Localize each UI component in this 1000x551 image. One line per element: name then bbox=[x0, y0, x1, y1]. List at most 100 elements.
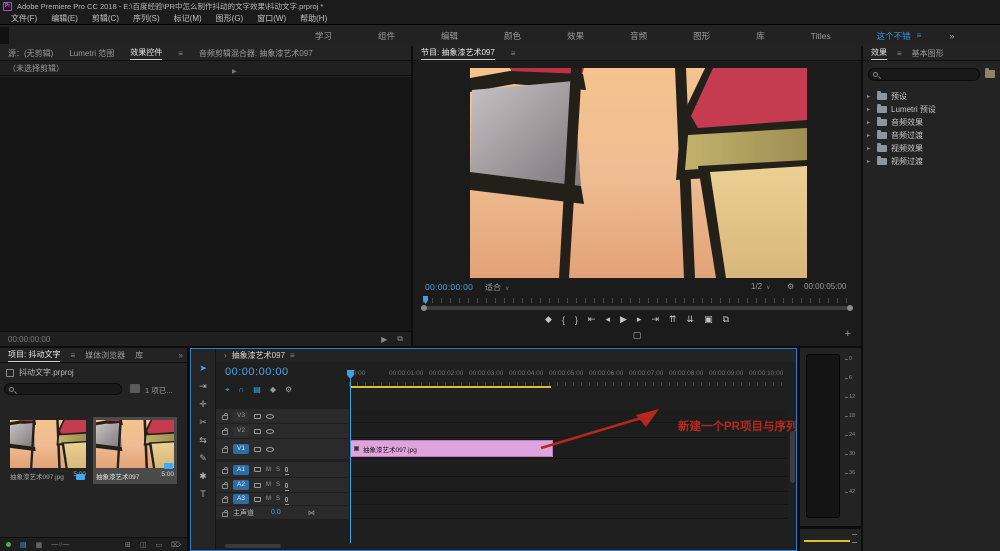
tab-audio-clip-mixer[interactable]: 音频剪辑混合器: 抽象漆艺术097 bbox=[199, 48, 313, 59]
expand-arrow-icon[interactable]: ▸ bbox=[867, 145, 873, 152]
track-output-eye-icon[interactable] bbox=[266, 447, 274, 452]
solo-button[interactable]: S bbox=[276, 482, 280, 488]
timeline-option-icon[interactable]: ∩ bbox=[239, 385, 245, 395]
transport-button[interactable]: ▶ bbox=[620, 314, 627, 325]
menu-item[interactable]: 文件(F) bbox=[4, 13, 44, 24]
lock-icon[interactable] bbox=[222, 430, 228, 435]
effects-folder-row[interactable]: ▸ 视频效果 bbox=[867, 142, 998, 155]
voiceover-mic-icon[interactable] bbox=[285, 483, 288, 488]
menu-item[interactable]: 标记(M) bbox=[167, 13, 209, 24]
new-custom-bin-icon[interactable] bbox=[985, 70, 995, 78]
effects-folder-row[interactable]: ▸ 视频过渡 bbox=[867, 155, 998, 168]
master-level-value[interactable]: 0.0 bbox=[271, 509, 281, 516]
playhead-line[interactable] bbox=[350, 379, 351, 543]
effects-folder-row[interactable]: ▸ 音频过渡 bbox=[867, 129, 998, 142]
workspace-tab[interactable]: 效果 bbox=[567, 30, 584, 42]
tab-lumetri-scopes[interactable]: Lumetri 范围 bbox=[69, 48, 114, 59]
mute-button[interactable]: M bbox=[266, 482, 271, 488]
transport-button[interactable]: ◂ bbox=[605, 314, 610, 325]
track-target-badge[interactable]: A3 bbox=[233, 494, 249, 504]
tab-project[interactable]: 项目: 抖动文字 bbox=[8, 349, 60, 362]
comparison-view-icon[interactable]: ▢ bbox=[413, 330, 861, 341]
filter-bin-icon[interactable] bbox=[130, 384, 140, 393]
track-a3-lane[interactable] bbox=[349, 493, 788, 505]
lock-icon[interactable] bbox=[222, 448, 228, 453]
lock-icon[interactable] bbox=[222, 415, 228, 420]
workspace-tab[interactable]: 库 bbox=[756, 30, 765, 42]
track-output-eye-icon[interactable] bbox=[266, 414, 274, 419]
effects-folder-row[interactable]: ▸ 音频效果 bbox=[867, 116, 998, 129]
workspace-tab[interactable]: 学习 bbox=[315, 30, 332, 42]
track-output-eye-icon[interactable] bbox=[266, 429, 274, 434]
workspace-overflow-icon[interactable]: » bbox=[949, 31, 954, 41]
track-a1-lane[interactable] bbox=[349, 462, 788, 477]
timeline-vertical-scrollbar[interactable] bbox=[790, 431, 795, 483]
program-zoom-scrollbar[interactable] bbox=[421, 306, 853, 310]
timeline-tool[interactable]: ⇆ bbox=[199, 435, 207, 446]
tab-source-monitor[interactable]: 源：(无剪辑) bbox=[8, 48, 53, 59]
timeline-option-icon[interactable]: ▤ bbox=[253, 385, 261, 395]
program-timecode[interactable]: 00:00:00:00 bbox=[425, 282, 473, 292]
expand-arrow-icon[interactable]: ▸ bbox=[867, 158, 873, 165]
sync-lock-icon[interactable] bbox=[254, 429, 261, 434]
track-a2-lane[interactable] bbox=[349, 478, 788, 492]
effects-folder-row[interactable]: ▸ Lumetri 预设 bbox=[867, 103, 998, 116]
chevron-icon[interactable]: › bbox=[224, 351, 227, 360]
transport-button[interactable]: ⧉ bbox=[723, 314, 729, 325]
find-icon[interactable]: ◫ bbox=[140, 541, 147, 549]
track-target-badge[interactable]: A1 bbox=[233, 465, 249, 475]
resolution-dropdown[interactable]: 1/2∨ bbox=[751, 282, 771, 291]
track-target-badge[interactable]: V1 bbox=[233, 444, 249, 454]
icon-view-icon[interactable]: ▤ bbox=[20, 541, 27, 549]
scrollbar-left-handle[interactable] bbox=[421, 305, 427, 311]
play-icon[interactable]: ▶ bbox=[381, 335, 387, 344]
effects-search-input[interactable] bbox=[868, 68, 980, 81]
add-button[interactable]: + bbox=[845, 328, 851, 340]
project-item-sequence[interactable]: 抽象漆艺术097 5:00 bbox=[93, 417, 177, 484]
mute-button[interactable]: M bbox=[266, 467, 271, 473]
lock-icon[interactable] bbox=[222, 498, 228, 503]
tab-effect-controls[interactable]: 效果控件 bbox=[130, 47, 162, 60]
panel-menu-icon[interactable]: ≡ bbox=[897, 49, 902, 58]
expand-arrow-icon[interactable]: ▸ bbox=[867, 93, 873, 100]
new-bin-icon[interactable]: ▭ bbox=[155, 541, 162, 549]
timeline-clip[interactable]: 抽象漆艺术097.jpg bbox=[350, 440, 553, 457]
wrench-icon[interactable]: ⚙ bbox=[787, 282, 794, 291]
solo-button[interactable]: S bbox=[276, 496, 280, 502]
expand-arrow-icon[interactable]: ▸ bbox=[867, 132, 873, 139]
voiceover-mic-icon[interactable] bbox=[285, 467, 288, 472]
workspace-tab[interactable]: 这个不错 bbox=[877, 30, 911, 42]
panel-menu-icon[interactable]: ≡ bbox=[511, 49, 516, 58]
workspace-tab[interactable]: 颜色 bbox=[504, 30, 521, 42]
tab-program-monitor[interactable]: 节目: 抽象漆艺术097 bbox=[421, 47, 495, 60]
timeline-timecode[interactable]: 00:00:00:00 bbox=[225, 366, 289, 378]
workspace-tab[interactable]: 编辑 bbox=[441, 30, 458, 42]
timeline-option-icon[interactable]: ⌖ bbox=[225, 385, 230, 395]
expand-arrow-icon[interactable]: ▸ bbox=[867, 106, 873, 113]
tab-essential-graphics[interactable]: 基本图形 bbox=[912, 48, 944, 59]
sync-lock-icon[interactable] bbox=[254, 467, 261, 472]
timeline-tool[interactable]: ➤ bbox=[199, 363, 207, 374]
workspace-menu-icon[interactable]: ≡ bbox=[917, 31, 922, 40]
tab-sequence[interactable]: 抽象漆艺术097 bbox=[232, 350, 285, 361]
transport-button[interactable]: ◆ bbox=[545, 314, 552, 325]
timeline-option-icon[interactable]: ◆ bbox=[270, 385, 276, 395]
scrollbar-right-handle[interactable] bbox=[847, 305, 853, 311]
sync-lock-icon[interactable] bbox=[254, 483, 261, 488]
transport-button[interactable]: ▸ bbox=[637, 314, 642, 325]
track-target-badge[interactable]: V2 bbox=[233, 426, 249, 436]
timeline-tool[interactable]: ✂ bbox=[199, 417, 207, 428]
lock-icon[interactable] bbox=[222, 469, 228, 474]
menu-item[interactable]: 编辑(E) bbox=[44, 13, 85, 24]
track-target-badge[interactable]: V3 bbox=[233, 411, 249, 421]
transport-button[interactable]: ⇥ bbox=[651, 314, 659, 325]
timeline-tool[interactable]: ✛ bbox=[199, 399, 207, 410]
workspace-tab[interactable]: 音频 bbox=[630, 30, 647, 42]
tab-libraries[interactable]: 库 bbox=[135, 350, 143, 361]
panel-menu-icon[interactable]: ≡ bbox=[178, 49, 183, 58]
automate-to-sequence-icon[interactable]: ⊞ bbox=[125, 541, 131, 549]
transport-button[interactable]: ⇊ bbox=[687, 314, 695, 325]
mute-button[interactable]: M bbox=[266, 496, 271, 502]
solo-button[interactable]: S bbox=[276, 467, 280, 473]
transport-button[interactable]: ⇤ bbox=[588, 314, 596, 325]
